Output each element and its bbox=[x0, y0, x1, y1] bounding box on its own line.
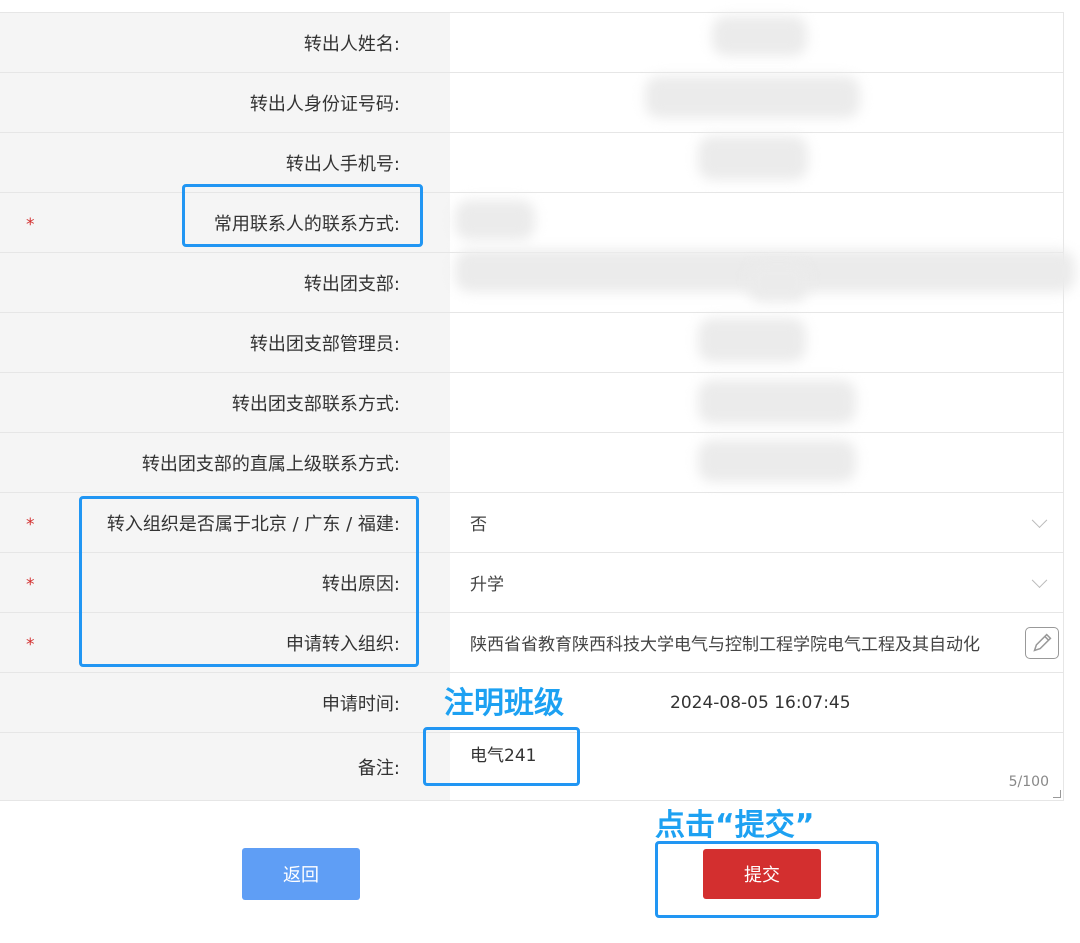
chevron-down-icon bbox=[1031, 571, 1048, 588]
form-row-id-number: 转出人身份证号码: bbox=[0, 73, 1064, 133]
form-row-branch-contact: 转出团支部联系方式: bbox=[0, 373, 1064, 433]
resize-handle-icon[interactable] bbox=[1053, 790, 1061, 798]
privacy-blur bbox=[698, 440, 856, 482]
back-button[interactable]: 返回 bbox=[242, 848, 360, 900]
form-row-phone: 转出人手机号: bbox=[0, 133, 1064, 193]
privacy-blur bbox=[698, 318, 806, 362]
field-label: 转出团支部: bbox=[0, 253, 450, 312]
form-row-name: 转出人姓名: bbox=[0, 13, 1064, 73]
form-row-branch-admin: 转出团支部管理员: bbox=[0, 313, 1064, 373]
required-marker: * bbox=[26, 634, 35, 655]
char-counter: 5/100 bbox=[1008, 774, 1049, 790]
field-label: 备注: bbox=[0, 733, 450, 800]
annotation-box-note bbox=[423, 727, 580, 786]
privacy-blur bbox=[645, 76, 860, 118]
field-label: 转出团支部的直属上级联系方式: bbox=[0, 433, 450, 492]
region-select[interactable]: 否 bbox=[450, 493, 1064, 552]
privacy-blur bbox=[698, 380, 856, 424]
contact-input[interactable] bbox=[450, 193, 1064, 252]
field-label: 转出团支部联系方式: bbox=[0, 373, 450, 432]
field-label: 申请时间: bbox=[0, 673, 450, 732]
privacy-blur bbox=[698, 136, 808, 180]
note-hint: 注明班级 bbox=[444, 686, 564, 721]
reason-select[interactable]: 升学 bbox=[450, 553, 1064, 612]
field-label: 转出团支部管理员: bbox=[0, 313, 450, 372]
privacy-blur bbox=[455, 200, 535, 240]
submit-hint: 点击“提交” bbox=[655, 808, 815, 843]
pencil-icon[interactable] bbox=[1025, 627, 1059, 659]
submit-button[interactable]: 提交 bbox=[703, 849, 821, 899]
required-marker: * bbox=[26, 574, 35, 595]
privacy-blur bbox=[712, 16, 807, 56]
chevron-down-icon bbox=[1031, 511, 1048, 528]
target-org-field[interactable]: 陕西省省教育陕西科技大学电气与控制工程学院电气工程及其自动化 bbox=[450, 613, 1064, 672]
field-label: 转出人身份证号码: bbox=[0, 73, 450, 132]
privacy-blur bbox=[748, 262, 808, 302]
target-org-value: 陕西省省教育陕西科技大学电气与控制工程学院电气工程及其自动化 bbox=[470, 635, 980, 655]
annotation-box-required-fields bbox=[79, 496, 419, 667]
field-label: 转出人姓名: bbox=[0, 13, 450, 72]
required-marker: * bbox=[26, 514, 35, 535]
required-marker: * bbox=[26, 214, 35, 235]
annotation-box-contact bbox=[182, 184, 423, 247]
form-row-superior-contact: 转出团支部的直属上级联系方式: bbox=[0, 433, 1064, 493]
